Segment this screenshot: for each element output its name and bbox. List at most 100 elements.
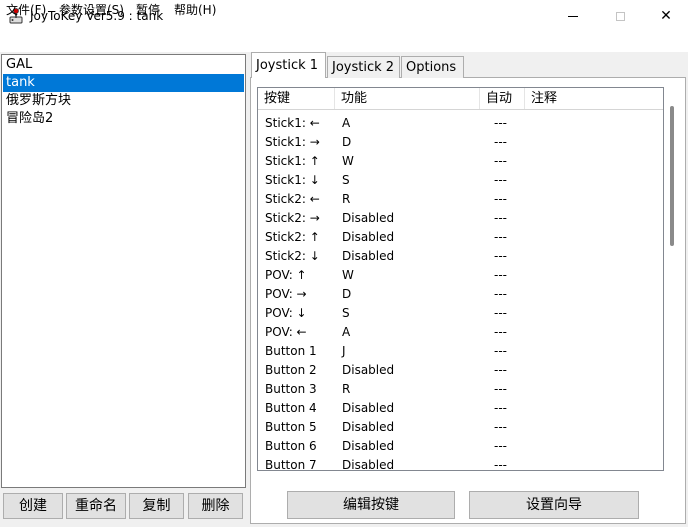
table-row[interactable]: Button 3 R --- [258, 380, 663, 399]
table-row[interactable]: Stick1: → D --- [258, 133, 663, 152]
cell-auto: --- [494, 420, 507, 434]
cell-auto: --- [494, 325, 507, 339]
cell-key: Stick2: ← [265, 192, 320, 206]
profile-item-maplestory2[interactable]: 冒险岛2 [3, 110, 244, 128]
tab-joystick-1[interactable]: Joystick 1 [251, 52, 326, 78]
cell-auto: --- [494, 458, 507, 471]
minimize-button[interactable] [550, 0, 596, 32]
cell-function: D [342, 135, 352, 149]
cell-key: POV: ↓ [265, 306, 307, 320]
cell-auto: --- [494, 382, 507, 396]
cell-key: Button 4 [265, 401, 317, 415]
cell-key: Stick2: ↓ [265, 249, 320, 263]
table-row[interactable]: Button 4 Disabled --- [258, 399, 663, 418]
cell-function: W [342, 154, 354, 168]
table-row[interactable]: Button 6 Disabled --- [258, 437, 663, 456]
table-row[interactable]: Button 7 Disabled --- [258, 456, 663, 471]
table-row[interactable]: Stick2: → Disabled --- [258, 209, 663, 228]
cell-function: A [342, 325, 351, 339]
table-row[interactable]: Stick1: ↓ S --- [258, 171, 663, 190]
close-button[interactable]: ✕ [643, 0, 688, 32]
menu-file[interactable]: 文件(F) [6, 2, 46, 18]
profile-item-tank[interactable]: tank [3, 74, 244, 92]
profile-list[interactable]: GAL tank 俄罗斯方块 冒险岛2 [1, 54, 246, 488]
table-row[interactable]: POV: → D --- [258, 285, 663, 304]
maximize-button[interactable] [597, 0, 643, 32]
cell-key: POV: ← [265, 325, 307, 339]
table-row[interactable]: Button 5 Disabled --- [258, 418, 663, 437]
cell-auto: --- [494, 230, 507, 244]
cell-auto: --- [494, 192, 507, 206]
cell-auto: --- [494, 211, 507, 225]
cell-key: Stick2: → [265, 211, 320, 225]
cell-auto: --- [494, 439, 507, 453]
cell-key: Stick1: → [265, 135, 320, 149]
cell-function: R [342, 382, 351, 396]
delete-button[interactable]: 删除 [188, 493, 243, 519]
column-header-auto[interactable]: 自动 [480, 88, 525, 109]
cell-auto: --- [494, 135, 507, 149]
table-row[interactable]: Stick2: ↓ Disabled --- [258, 247, 663, 266]
cell-auto: --- [494, 344, 507, 358]
menu-bar [0, 32, 688, 52]
column-header-note[interactable]: 注释 [525, 88, 663, 109]
profile-item-tetris[interactable]: 俄罗斯方块 [3, 92, 244, 110]
cell-auto: --- [494, 173, 507, 187]
close-icon: ✕ [660, 8, 672, 24]
cell-function: J [342, 344, 346, 358]
create-button[interactable]: 创建 [3, 493, 63, 519]
table-row[interactable]: POV: ← A --- [258, 323, 663, 342]
column-header-function[interactable]: 功能 [335, 88, 480, 109]
cell-function: Disabled [342, 458, 395, 471]
table-row[interactable]: Stick1: ← A --- [258, 114, 663, 133]
cell-key: POV: ↑ [265, 268, 307, 282]
tab-joystick-2[interactable]: Joystick 2 [327, 56, 400, 78]
cell-function: R [342, 192, 351, 206]
cell-function: D [342, 287, 352, 301]
cell-auto: --- [494, 363, 507, 377]
cell-auto: --- [494, 249, 507, 263]
minimize-icon [568, 15, 578, 17]
setup-wizard-button[interactable]: 设置向导 [469, 491, 639, 519]
cell-auto: --- [494, 306, 507, 320]
cell-key: Stick1: ↑ [265, 154, 320, 168]
table-row[interactable]: POV: ↑ W --- [258, 266, 663, 285]
cell-key: Button 6 [265, 439, 317, 453]
table-row[interactable]: Stick2: ← R --- [258, 190, 663, 209]
cell-function: Disabled [342, 363, 395, 377]
rename-button[interactable]: 重命名 [66, 493, 126, 519]
cell-function: Disabled [342, 420, 395, 434]
cell-key: Stick1: ← [265, 116, 320, 130]
cell-function: Disabled [342, 249, 395, 263]
cell-auto: --- [494, 268, 507, 282]
table-row[interactable]: Button 1 J --- [258, 342, 663, 361]
cell-auto: --- [494, 401, 507, 415]
menu-help[interactable]: 帮助(H) [174, 2, 216, 18]
cell-key: Button 3 [265, 382, 317, 396]
button-mapping-list[interactable]: 按键 功能 自动 注释 Stick1: ← A --- Stick1: → D --- St… [257, 87, 664, 471]
cell-auto: --- [494, 154, 507, 168]
edit-key-button[interactable]: 编辑按键 [287, 491, 455, 519]
cell-function: A [342, 116, 351, 130]
cell-key: Button 5 [265, 420, 317, 434]
table-row[interactable]: Stick1: ↑ W --- [258, 152, 663, 171]
table-row[interactable]: Button 2 Disabled --- [258, 361, 663, 380]
table-row[interactable]: POV: ↓ S --- [258, 304, 663, 323]
column-header-key[interactable]: 按键 [258, 88, 335, 109]
tab-options[interactable]: Options [401, 56, 464, 78]
cell-key: Stick2: ↑ [265, 230, 320, 244]
cell-function: S [342, 173, 350, 187]
cell-key: Button 7 [265, 458, 317, 471]
cell-function: Disabled [342, 439, 395, 453]
profile-item-gal[interactable]: GAL [3, 56, 244, 74]
menu-settings[interactable]: 参数设置(S) [59, 2, 124, 18]
cell-function: Disabled [342, 401, 395, 415]
cell-key: Button 1 [265, 344, 317, 358]
copy-button[interactable]: 复制 [129, 493, 184, 519]
table-row[interactable]: Stick2: ↑ Disabled --- [258, 228, 663, 247]
cell-function: S [342, 306, 350, 320]
menu-pause[interactable]: 暂停 [136, 2, 160, 18]
scrollbar-thumb[interactable] [670, 106, 674, 246]
maximize-icon [615, 11, 625, 21]
cell-key: POV: → [265, 287, 307, 301]
